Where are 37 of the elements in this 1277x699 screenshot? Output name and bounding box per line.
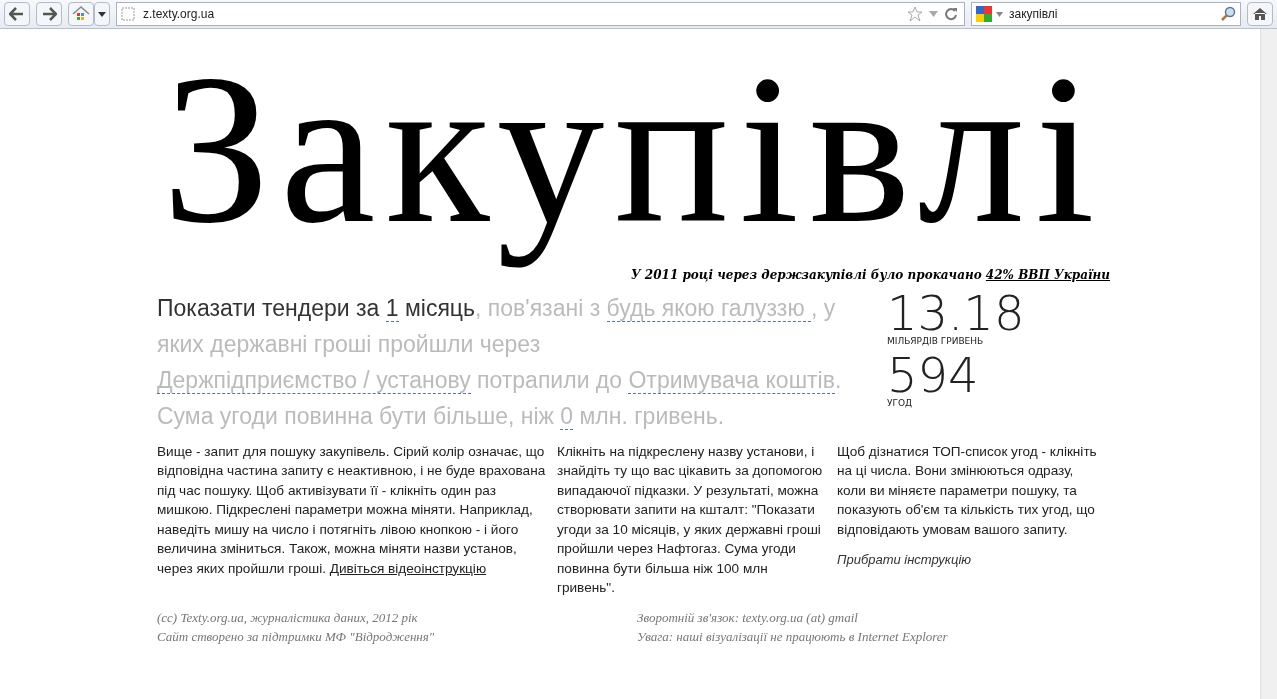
star-icon[interactable]: [907, 6, 923, 22]
forward-button[interactable]: [36, 2, 62, 26]
query-sentence: Показати тендери за 1 місяць, пов'язані з будь якою галуззю , у яких державні гроші пройшли через Держпідприємство / установу потрапили до Отримувача коштів. Сума угоди повинна бути більше, ніж 0 млн. гривень.: [157, 293, 843, 432]
hide-instructions-link[interactable]: Прибрати інструкцію: [837, 552, 972, 567]
query-parameter[interactable]: 1: [385, 294, 399, 322]
footer-text: Увага: наші візуалізації не працюють в Internet Explorer: [637, 627, 949, 646]
back-arrow-icon: [9, 7, 25, 21]
instruction-text: Щоб дізнатися ТОП-список угод - клікніть на ці числа. Вони змінюються одразу, коли ви міняєте параметри пошуку, та показують об'єм та кількість тих угод, що відповідають умовам вашого запиту.: [837, 442, 1098, 539]
instruction-text: Клікніть на підкреслену назву установи, і знайдіть ту що вас цікавить за допомогою випадаючої підказки. У результаті, можна створювати запити на кшталт: "Показати угоди за 10 місяців, у яких державні гроші пройшли через Нафтогаз. Сума угоди повинна бути більша ніж 100 млн гривень".: [557, 442, 824, 597]
footer-text: (cc) Texty.org.ua, журналістика даних, 2012 рік: [157, 608, 419, 627]
search-input[interactable]: закупівлі: [1007, 6, 1216, 22]
caret-icon[interactable]: [929, 11, 938, 17]
caret-icon[interactable]: [996, 11, 1003, 17]
home-button[interactable]: [1247, 2, 1273, 26]
search-bar[interactable]: закупівлі: [971, 2, 1241, 26]
url-input[interactable]: z.texty.org.ua: [141, 6, 901, 22]
back-button[interactable]: [4, 2, 30, 26]
search-icon[interactable]: [1220, 6, 1236, 22]
stat-button[interactable]: 13.18 МІЛЬЯРДІВ ГРИВЕНЬ: [887, 289, 1025, 346]
subtitle-link[interactable]: 42% ВВП України: [985, 267, 1110, 282]
footer-text: Сайт створено за підтримки МФ "Відродження": [157, 627, 436, 646]
caret-icon: [98, 11, 106, 17]
stat-button[interactable]: 594 УГОД: [887, 351, 1025, 408]
house-icon: [1252, 7, 1268, 21]
page-title: Закупівлі: [162, 31, 1105, 268]
footer-text: Зворотній зв'язок: texty.org.ua (at) gmail: [637, 608, 859, 627]
instruction-text: Вище - запит для пошуку закупівель. Сірий колір означає, що відповідна частина запиту є неактивною, і не буде врахована під час пошуку. Щоб активізувати її - клікніть один раз мишкою. Підкреслені параметри можна міняти. Наприклад, наведіть мишу на число і потягніть лівою кнопкою - і його величина зміниться. Також, можна міняти назви установ, через яких пройшли гроші. Дивіться відеоінструкцію: [157, 442, 547, 578]
video-link[interactable]: Дивіться відеоінструкцію: [329, 560, 487, 576]
search-engine-icon: [976, 6, 992, 22]
page-icon: [121, 7, 135, 21]
address-bar[interactable]: z.texty.org.ua: [116, 2, 965, 26]
scrollbar[interactable]: [1260, 29, 1277, 699]
forward-arrow-icon: [41, 7, 57, 21]
subtitle: У 2011 році через держзакупівлі було прокачано 42% ВВП України: [630, 267, 1110, 282]
reload-icon[interactable]: [944, 7, 958, 21]
house-icon: [72, 6, 90, 22]
dropdown-button[interactable]: [94, 2, 110, 26]
